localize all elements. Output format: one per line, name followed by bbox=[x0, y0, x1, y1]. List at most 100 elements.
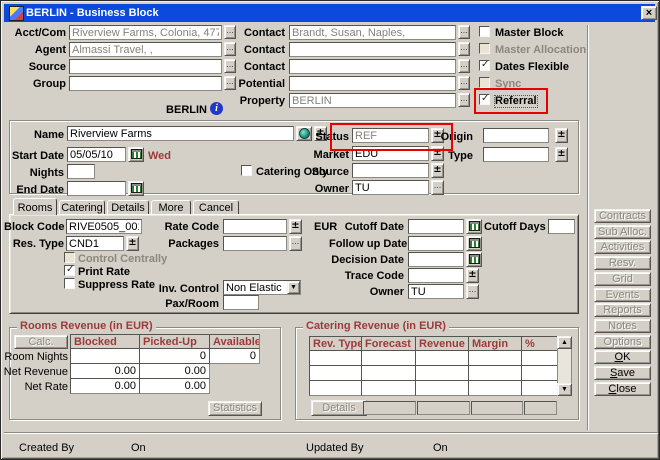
catering-cell[interactable] bbox=[468, 380, 522, 396]
trace-code-lov-button[interactable]: ± bbox=[466, 268, 479, 283]
decision-date-calendar-button[interactable] bbox=[466, 252, 482, 267]
close-button[interactable]: Close bbox=[594, 382, 651, 396]
catering-cell[interactable] bbox=[415, 350, 469, 366]
rooms-owner-field[interactable] bbox=[408, 284, 464, 299]
print-rate-label: Print Rate bbox=[78, 267, 130, 278]
net-revenue-pickedup-cell[interactable]: 0.00 bbox=[139, 363, 210, 379]
scroll-up-icon[interactable]: ▲ bbox=[557, 336, 572, 349]
catering-cell[interactable] bbox=[309, 380, 362, 396]
followup-date-field[interactable] bbox=[408, 236, 464, 251]
tab-cancel[interactable]: Cancel bbox=[193, 200, 239, 214]
decision-date-field[interactable] bbox=[408, 252, 464, 267]
block-source-lov-button[interactable]: ± bbox=[431, 163, 444, 178]
followup-date-calendar-button[interactable] bbox=[466, 236, 482, 251]
catering-cell[interactable] bbox=[415, 380, 469, 396]
statistics-button: Statistics bbox=[208, 401, 262, 416]
resv-button: Resv. bbox=[594, 256, 651, 270]
room-nights-pickedup-cell[interactable]: 0 bbox=[139, 348, 210, 364]
contact2-field[interactable] bbox=[289, 42, 456, 57]
catering-cell[interactable] bbox=[468, 350, 522, 366]
end-date-label: End Date bbox=[6, 185, 64, 196]
packages-lookup-button[interactable]: ... bbox=[289, 236, 302, 251]
rooms-revenue-col-available: Available bbox=[209, 334, 260, 349]
cutoff-days-field[interactable] bbox=[548, 219, 575, 234]
close-icon[interactable]: × bbox=[641, 6, 657, 20]
block-source-field[interactable] bbox=[352, 163, 429, 178]
net-revenue-blocked-cell[interactable]: 0.00 bbox=[70, 363, 140, 379]
net-rate-pickedup-cell[interactable]: 0.00 bbox=[139, 378, 210, 394]
tab-rooms[interactable]: Rooms bbox=[13, 198, 57, 215]
agent-field[interactable] bbox=[69, 42, 222, 57]
catering-cell[interactable] bbox=[361, 350, 416, 366]
updated-on-label: On bbox=[433, 443, 448, 454]
acct-com-field[interactable] bbox=[69, 25, 222, 40]
start-date-field[interactable] bbox=[67, 147, 126, 162]
block-owner-lookup-button[interactable]: ... bbox=[431, 180, 444, 195]
catering-cell[interactable] bbox=[309, 365, 362, 381]
ok-button[interactable]: OK bbox=[594, 350, 651, 364]
name-field[interactable] bbox=[67, 126, 294, 141]
room-nights-blocked-cell[interactable] bbox=[70, 348, 140, 364]
property-field[interactable] bbox=[289, 93, 456, 108]
info-icon[interactable]: i bbox=[210, 102, 223, 115]
contact1-label: Contact bbox=[235, 28, 285, 39]
type-lov-button[interactable]: ± bbox=[555, 147, 568, 162]
res-type-lov-button[interactable]: ± bbox=[126, 236, 139, 251]
catering-cell[interactable] bbox=[521, 350, 558, 366]
catering-cell[interactable] bbox=[361, 380, 416, 396]
catering-only-checkbox[interactable] bbox=[241, 165, 252, 176]
catering-cell[interactable] bbox=[361, 365, 416, 381]
cutoff-date-field[interactable] bbox=[408, 219, 464, 234]
suppress-rate-checkbox[interactable] bbox=[64, 278, 75, 289]
room-nights-available-cell[interactable]: 0 bbox=[209, 348, 260, 364]
potential-lookup-button[interactable]: ... bbox=[458, 76, 470, 90]
pax-room-field[interactable] bbox=[223, 295, 259, 310]
contact2-lookup-button[interactable]: ... bbox=[458, 42, 470, 56]
contact1-field[interactable] bbox=[289, 25, 456, 40]
inv-control-dropdown-icon[interactable]: ▼ bbox=[287, 281, 300, 294]
source-field[interactable] bbox=[69, 59, 222, 74]
catering-cell[interactable] bbox=[415, 365, 469, 381]
check-icon: ✓ bbox=[481, 59, 489, 70]
scroll-down-icon[interactable]: ▼ bbox=[557, 383, 572, 396]
property-lookup-button[interactable]: ... bbox=[458, 93, 470, 107]
block-owner-field[interactable] bbox=[352, 180, 429, 195]
block-code-field[interactable] bbox=[66, 219, 142, 234]
grid-button: Grid bbox=[594, 272, 651, 286]
res-type-field[interactable] bbox=[66, 236, 124, 251]
rooms-owner-lookup-button[interactable]: ... bbox=[466, 284, 479, 299]
type-field[interactable] bbox=[483, 147, 549, 162]
group-field[interactable] bbox=[69, 76, 222, 91]
catering-cell[interactable] bbox=[309, 350, 362, 366]
potential-field[interactable] bbox=[289, 76, 456, 91]
tab-more[interactable]: More bbox=[151, 200, 191, 214]
tab-catering[interactable]: Catering bbox=[59, 200, 105, 214]
origin-lov-button[interactable]: ± bbox=[555, 128, 568, 143]
calendar-icon bbox=[469, 238, 480, 248]
rate-code-lov-button[interactable]: ± bbox=[289, 219, 302, 234]
net-rate-blocked-cell[interactable]: 0.00 bbox=[70, 378, 140, 394]
end-date-field[interactable] bbox=[67, 181, 126, 196]
catering-cell[interactable] bbox=[521, 380, 558, 396]
nights-field[interactable] bbox=[67, 164, 95, 179]
block-code-label: Block Code bbox=[4, 222, 64, 233]
packages-field[interactable] bbox=[223, 236, 287, 251]
trace-code-field[interactable] bbox=[408, 268, 464, 283]
end-date-calendar-button[interactable] bbox=[128, 181, 144, 196]
contact3-field[interactable] bbox=[289, 59, 456, 74]
contact1-lookup-button[interactable]: ... bbox=[458, 25, 470, 39]
catering-cell[interactable] bbox=[468, 365, 522, 381]
catering-col-percent: % bbox=[521, 336, 558, 351]
cutoff-date-calendar-button[interactable] bbox=[466, 219, 482, 234]
save-button[interactable]: Save bbox=[594, 366, 651, 380]
start-date-calendar-button[interactable] bbox=[128, 147, 144, 162]
master-block-checkbox[interactable] bbox=[479, 26, 490, 37]
rate-code-field[interactable] bbox=[223, 219, 287, 234]
catering-cell[interactable] bbox=[521, 365, 558, 381]
print-rate-checkbox[interactable]: ✓ bbox=[64, 265, 75, 276]
dates-flexible-checkbox[interactable]: ✓ bbox=[479, 60, 490, 71]
origin-field[interactable] bbox=[483, 128, 549, 143]
tab-details[interactable]: Details bbox=[107, 200, 149, 214]
contact3-lookup-button[interactable]: ... bbox=[458, 59, 470, 73]
rooms-owner-label: Owner bbox=[329, 287, 404, 298]
